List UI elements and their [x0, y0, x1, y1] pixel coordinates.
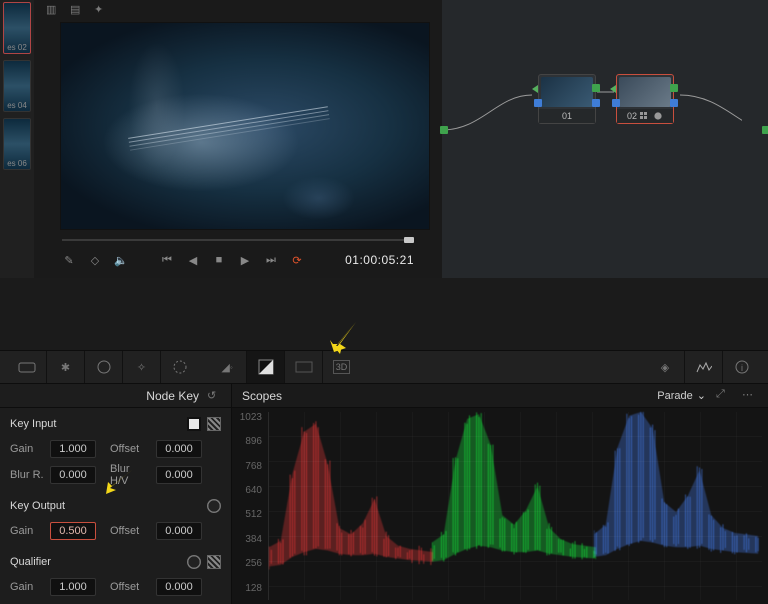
key-panel: Node Key ↺ Key Input Gain 1.000 Offset 0 — [0, 384, 232, 604]
curves-icon[interactable] — [160, 351, 198, 383]
node-number: 02 — [627, 111, 637, 121]
chevron-down-icon: ⌄ — [697, 389, 706, 402]
offset-label: Offset — [110, 581, 150, 593]
viewer-toolbar: ▥ ▤ ✦ — [40, 0, 436, 20]
node-output-dot[interactable] — [670, 84, 678, 92]
matte-icon[interactable] — [187, 417, 201, 431]
blur-hv-label: Blur H/V — [110, 463, 150, 487]
scopes-title: Scopes — [242, 389, 282, 403]
graph-input-dot[interactable] — [440, 126, 448, 134]
stop-button[interactable]: ■ — [212, 254, 226, 266]
timecode-display[interactable]: 01:00:05:21 — [345, 253, 414, 267]
node-input-icon[interactable] — [610, 85, 616, 93]
key-input-blur-r[interactable]: 0.000 — [50, 466, 96, 484]
viewer-image[interactable] — [60, 22, 430, 230]
clip-thumb-label: es 02 — [4, 43, 30, 53]
image-wipe-icon[interactable]: ▥ — [46, 3, 60, 17]
node-key-output-dot[interactable] — [592, 99, 600, 107]
reset-icon[interactable]: ↺ — [207, 389, 221, 403]
parade-blue — [594, 412, 758, 576]
node-output-dot[interactable] — [592, 84, 600, 92]
invert-icon[interactable] — [207, 417, 221, 431]
matte-icon[interactable] — [207, 555, 221, 569]
offset-label: Offset — [110, 525, 150, 537]
sizing-icon[interactable] — [284, 351, 322, 383]
clip-thumb[interactable]: es 04 — [3, 60, 31, 112]
clip-thumb-label: es 06 — [4, 159, 30, 169]
node-number: 01 — [562, 111, 572, 121]
node-02[interactable]: 02 — [616, 74, 674, 124]
clip-thumb[interactable]: es 02 — [3, 2, 31, 54]
key-output-offset[interactable]: 0.000 — [156, 522, 202, 540]
bypass-icon[interactable]: ◇ — [88, 254, 102, 267]
key-input-heading: Key Input — [10, 418, 56, 430]
key-panel-title: Node Key — [146, 389, 199, 403]
key-input-blur-hv[interactable]: 0.000 — [156, 466, 202, 484]
graph-output-dot[interactable] — [762, 126, 768, 134]
node-input-icon[interactable] — [532, 85, 538, 93]
loop-button[interactable]: ⟳ — [290, 254, 304, 267]
transport-bar: ✎ ◇ 🔈 ⏮ ◀ ■ ▶ ⏭ ⟳ 01:00:05:21 — [40, 245, 436, 275]
grid-icon — [640, 112, 650, 120]
qualifier-offset[interactable]: 0.000 — [156, 578, 202, 596]
color-wheels-icon[interactable] — [84, 351, 122, 383]
gain-label: Gain — [10, 525, 44, 537]
qualifier-heading: Qualifier — [10, 556, 51, 568]
split-screen-icon[interactable]: ▤ — [70, 3, 84, 17]
node-key-input-dot[interactable] — [612, 99, 620, 107]
node-01[interactable]: 01 — [538, 74, 596, 124]
node-badges — [640, 112, 663, 120]
scopes-panel: Scopes Parade ⌄ ⤢ ⋯ 10238967686405123842… — [232, 384, 768, 604]
offset-label: Offset — [110, 443, 150, 455]
mute-icon[interactable]: 🔈 — [114, 254, 128, 267]
prev-frame-button[interactable]: ◀ — [186, 254, 200, 267]
invert-icon[interactable] — [207, 499, 221, 513]
viewer-scrubber[interactable] — [62, 235, 414, 245]
clip-thumb-label: es 04 — [4, 101, 30, 111]
info-icon[interactable]: i — [722, 351, 760, 383]
svg-text:i: i — [741, 363, 743, 373]
node-key-output-dot[interactable] — [670, 99, 678, 107]
node-key-input-dot[interactable] — [534, 99, 542, 107]
viewer-panel: ▥ ▤ ✦ ✎ ◇ 🔈 ⏮ ◀ ■ ▶ ⏭ ⟳ 01:00:05:21 — [34, 0, 442, 278]
node-editor[interactable]: 01 02 — [442, 0, 768, 278]
key-icon — [653, 112, 663, 120]
key-palette-icon[interactable] — [246, 351, 284, 383]
stereo-3d-icon[interactable]: 3D — [322, 351, 360, 383]
scopes-icon[interactable] — [684, 351, 722, 383]
parade-red — [269, 412, 433, 576]
parade-green — [432, 412, 596, 576]
gain-label: Gain — [10, 443, 44, 455]
clip-thumb[interactable]: es 06 — [3, 118, 31, 170]
scopes-mode-label: Parade — [657, 390, 692, 402]
gain-label: Gain — [10, 581, 44, 593]
key-input-offset[interactable]: 0.000 — [156, 440, 202, 458]
expand-icon[interactable]: ⤢ — [716, 388, 732, 404]
palette-bar: ✱ ✧ ◢◦ 3D ◈ i — [0, 350, 768, 384]
key-output-heading: Key Output — [10, 500, 65, 512]
scopes-mode-dropdown[interactable]: Parade ⌄ — [657, 389, 706, 402]
key-input-gain[interactable]: 1.000 — [50, 440, 96, 458]
scope-y-axis: 1023896768640512384256128 — [232, 408, 268, 604]
qualifier-gain[interactable]: 1.000 — [50, 578, 96, 596]
invert-icon[interactable] — [187, 555, 201, 569]
unmix-icon[interactable]: ✎ — [62, 254, 76, 267]
play-button[interactable]: ▶ — [238, 254, 252, 267]
last-frame-button[interactable]: ⏭ — [264, 254, 278, 267]
color-match-icon[interactable]: ✱ — [46, 351, 84, 383]
scopes-plot[interactable]: 1023896768640512384256128 — [232, 408, 768, 604]
camera-raw-icon[interactable] — [8, 351, 46, 383]
key-output-gain[interactable]: 0.500 — [50, 522, 96, 540]
clip-strip[interactable]: es 02 es 04 es 06 — [0, 0, 34, 278]
qualifier-icon[interactable]: ◢◦ — [208, 351, 246, 383]
first-frame-button[interactable]: ⏮ — [160, 254, 174, 267]
primaries-bars-icon[interactable]: ✧ — [122, 351, 160, 383]
keyframes-icon[interactable]: ◈ — [646, 351, 684, 383]
blur-r-label: Blur R. — [10, 469, 44, 481]
highlight-icon[interactable]: ✦ — [94, 3, 108, 17]
options-icon[interactable]: ⋯ — [742, 388, 758, 404]
